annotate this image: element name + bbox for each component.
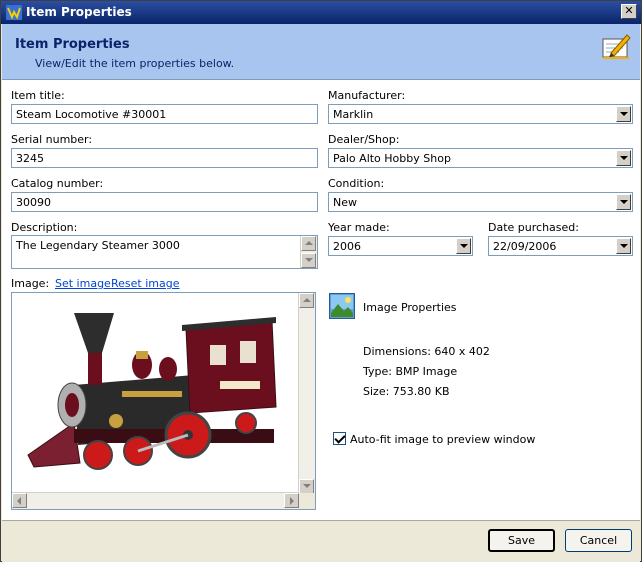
set-image-link[interactable]: Set image — [55, 277, 111, 290]
scrollbar-corner — [299, 493, 315, 509]
scroll-left-icon[interactable] — [12, 493, 27, 508]
condition-select[interactable]: New — [328, 192, 633, 212]
reset-image-link[interactable]: Reset image — [111, 277, 180, 290]
autofit-label[interactable]: Auto-fit image to preview window — [350, 433, 535, 446]
year-made-select[interactable]: 2006 — [328, 236, 473, 256]
condition-value: New — [333, 196, 357, 209]
scroll-up-icon[interactable] — [301, 236, 316, 251]
image-dimensions: Dimensions: 640 x 402 — [363, 345, 490, 358]
dialog-footer: Save Cancel — [2, 520, 640, 562]
date-purchased-value: 22/09/2006 — [493, 240, 557, 253]
date-purchased-label: Date purchased: — [488, 221, 579, 234]
year-made-label: Year made: — [328, 221, 390, 234]
scroll-up-icon[interactable] — [299, 293, 314, 308]
date-purchased-picker[interactable]: 22/09/2006 — [488, 236, 633, 256]
app-icon — [6, 5, 22, 20]
window-title: Item Properties — [26, 5, 132, 19]
preview-vertical-scrollbar[interactable] — [298, 293, 315, 494]
serial-number-input[interactable]: 3245 — [11, 148, 318, 168]
condition-label: Condition: — [328, 177, 385, 190]
image-properties-title: Image Properties — [363, 301, 457, 314]
preview-horizontal-scrollbar[interactable] — [12, 492, 299, 509]
dealer-label: Dealer/Shop: — [328, 133, 400, 146]
autofit-checkbox[interactable] — [333, 432, 346, 445]
header-title: Item Properties — [15, 37, 130, 52]
item-title-label: Item title: — [11, 89, 65, 102]
image-type: Type: BMP Image — [363, 365, 458, 378]
locomotive-image — [14, 295, 298, 491]
item-title-input[interactable]: Steam Locomotive #30001 — [11, 104, 318, 124]
catalog-number-input[interactable]: 30090 — [11, 192, 318, 212]
catalog-number-label: Catalog number: — [11, 177, 104, 190]
chevron-down-icon[interactable] — [616, 194, 631, 210]
scroll-down-icon[interactable] — [299, 479, 314, 494]
edit-properties-icon — [602, 34, 631, 59]
image-properties-icon — [329, 293, 355, 319]
header-subtitle: View/Edit the item properties below. — [35, 57, 235, 70]
year-made-value: 2006 — [333, 240, 361, 253]
description-label: Description: — [11, 221, 78, 234]
save-button[interactable]: Save — [488, 529, 555, 552]
close-button[interactable]: ✕ — [621, 4, 637, 19]
chevron-down-icon[interactable] — [456, 238, 471, 254]
form-area: Item title: Steam Locomotive #30001 Seri… — [2, 80, 640, 520]
cancel-button[interactable]: Cancel — [565, 529, 632, 552]
scroll-right-icon[interactable] — [284, 493, 299, 508]
chevron-down-icon[interactable] — [616, 238, 631, 254]
image-size: Size: 753.80 KB — [363, 385, 450, 398]
item-properties-window: Item Properties ✕ Item Properties View/E… — [0, 0, 642, 562]
serial-number-label: Serial number: — [11, 133, 93, 146]
chevron-down-icon[interactable] — [616, 150, 631, 166]
dealer-value: Palo Alto Hobby Shop — [333, 152, 451, 165]
title-bar[interactable]: Item Properties ✕ — [1, 1, 641, 24]
dealer-select[interactable]: Palo Alto Hobby Shop — [328, 148, 633, 168]
description-text: The Legendary Steamer 3000 — [16, 239, 180, 252]
chevron-down-icon[interactable] — [616, 106, 631, 122]
scroll-down-icon[interactable] — [301, 253, 316, 268]
image-label: Image: — [11, 277, 50, 290]
manufacturer-label: Manufacturer: — [328, 89, 406, 102]
dialog-header: Item Properties View/Edit the item prope… — [2, 24, 640, 80]
manufacturer-value: Marklin — [333, 108, 374, 121]
manufacturer-select[interactable]: Marklin — [328, 104, 633, 124]
image-preview — [11, 292, 316, 510]
close-icon: ✕ — [624, 4, 634, 17]
description-scrollbar[interactable] — [300, 236, 317, 268]
description-textarea[interactable]: The Legendary Steamer 3000 — [11, 235, 318, 269]
